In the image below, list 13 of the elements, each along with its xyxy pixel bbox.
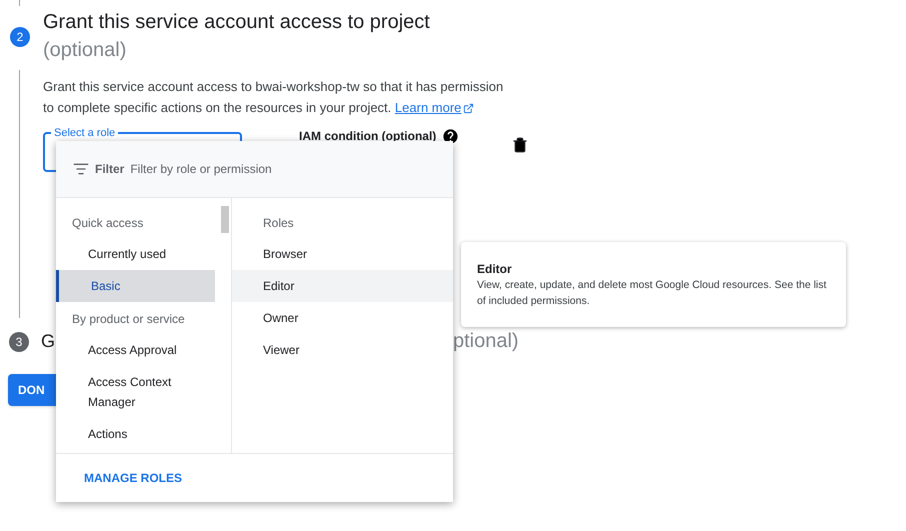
filter-label: Filter <box>95 161 124 178</box>
category-header: By product or service <box>71 311 186 328</box>
step-number: 2 <box>10 27 30 47</box>
step-optional: (optional) <box>43 38 128 63</box>
step-optional: ptional) <box>453 329 519 354</box>
roles-header: Roles <box>262 215 295 232</box>
step-number: 3 <box>9 332 29 352</box>
tooltip-text: View, create, update, and delete most Google Cloud resources. See the list of included permissions. <box>477 278 828 309</box>
tooltip-title: Editor <box>477 261 513 277</box>
step-title: G <box>41 330 56 353</box>
step-title: Grant this service account access to project <box>43 10 431 35</box>
category-header: Quick access <box>71 215 144 232</box>
step-description: Grant this service account access to bwai-workshop-tw so that it has permission to complete specific actions on the resources in your project. Learn more <box>43 78 504 117</box>
